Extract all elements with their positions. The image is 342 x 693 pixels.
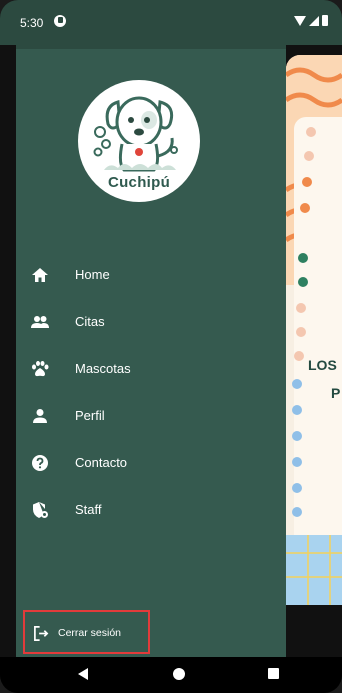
- status-icons: [294, 15, 328, 26]
- menu-item-perfil[interactable]: Perfil: [16, 396, 286, 436]
- help-icon: [32, 455, 48, 471]
- logout-label: Cerrar sesión: [58, 627, 122, 639]
- menu-item-label: Mascotas: [75, 361, 131, 376]
- phone-screen: 5:30 LOS P Cuchipú Home Citas Mascotas P…: [0, 0, 342, 693]
- people-icon: [31, 316, 49, 328]
- menu-item-home[interactable]: Home: [16, 255, 286, 295]
- system-nav-bar: [0, 657, 342, 693]
- menu-item-label: Perfil: [75, 408, 105, 423]
- logout-button[interactable]: Cerrar sesión: [23, 610, 150, 654]
- menu-item-citas[interactable]: Citas: [16, 302, 286, 342]
- recents-icon[interactable]: [268, 668, 279, 679]
- decor-dot: [298, 253, 308, 263]
- menu-item-label: Citas: [75, 314, 105, 329]
- background-grid: [286, 535, 342, 605]
- decor-dot: [292, 507, 302, 517]
- navigation-drawer: Cuchipú Home Citas Mascotas Perfil Conta…: [16, 45, 286, 657]
- decor-dot: [292, 457, 302, 467]
- drawer-top-edge: [16, 45, 286, 49]
- menu-item-contacto[interactable]: Contacto: [16, 443, 286, 483]
- app-name: Cuchipú: [107, 174, 171, 191]
- decor-dot: [300, 203, 310, 213]
- home-circle-icon[interactable]: [173, 668, 185, 680]
- wifi-icon: [294, 16, 306, 26]
- app-notification-icon: [54, 15, 66, 27]
- decor-dot: [304, 151, 314, 161]
- status-time: 5:30: [20, 16, 44, 30]
- logout-icon: [34, 626, 49, 641]
- person-icon: [33, 409, 47, 423]
- grid-pattern: [286, 535, 342, 605]
- status-bar: 5:30: [0, 0, 342, 45]
- shield-icon: [33, 502, 48, 518]
- decor-dot: [294, 351, 304, 361]
- menu-item-staff[interactable]: Staff: [16, 490, 286, 530]
- signal-icon: [309, 16, 319, 26]
- decor-dot: [296, 327, 306, 337]
- background-page[interactable]: LOS P: [286, 55, 342, 605]
- decor-dot: [306, 127, 316, 137]
- menu-item-label: Contacto: [75, 455, 128, 470]
- decor-dot: [292, 483, 302, 493]
- home-icon: [32, 268, 48, 282]
- paw-icon: [32, 361, 49, 377]
- decor-dot: [296, 303, 306, 313]
- decor-dot: [292, 431, 302, 441]
- menu-item-label: Home: [75, 267, 110, 282]
- back-icon[interactable]: [78, 668, 88, 680]
- app-logo: Cuchipú: [78, 80, 200, 202]
- background-heading: LOS: [308, 357, 337, 373]
- decor-dot: [292, 379, 302, 389]
- decor-dot: [298, 277, 308, 287]
- battery-icon: [322, 15, 328, 26]
- decor-dot: [292, 405, 302, 415]
- menu-item-label: Staff: [75, 502, 102, 517]
- decor-dot: [302, 177, 312, 187]
- menu-item-mascotas[interactable]: Mascotas: [16, 349, 286, 389]
- background-heading-line2: P: [331, 385, 341, 401]
